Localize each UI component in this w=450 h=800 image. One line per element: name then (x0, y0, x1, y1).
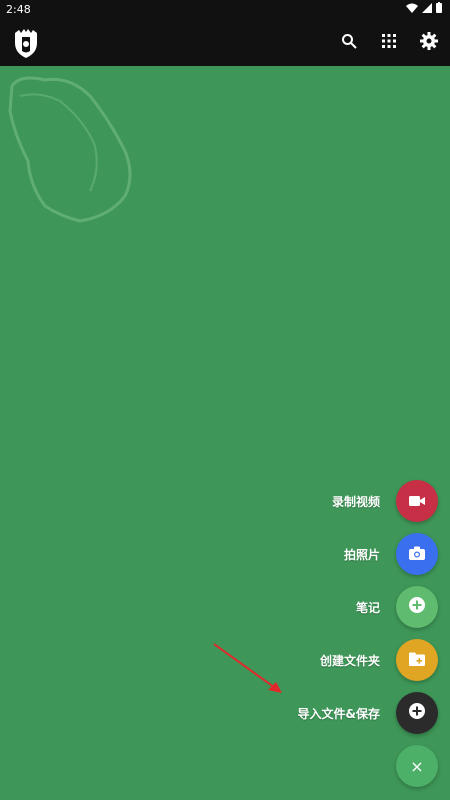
grid-icon[interactable] (378, 30, 400, 52)
battery-icon (436, 2, 442, 16)
status-bar: 2:48 (0, 0, 450, 20)
video-camera-icon (409, 492, 425, 511)
add-circle-icon (408, 596, 426, 618)
fab-row-create-folder[interactable]: 创建文件夹 (320, 639, 438, 681)
fab-row-note[interactable]: 笔记 (356, 586, 438, 628)
record-video-label[interactable]: 录制视频 (332, 493, 380, 510)
folder-add-icon (409, 651, 425, 670)
fab-row-import-save[interactable]: 导入文件&保存 (298, 692, 438, 734)
record-video-button[interactable] (396, 480, 438, 522)
app-bar-actions (338, 30, 440, 52)
map-watermark-icon (8, 76, 132, 223)
castle-shield-icon[interactable] (13, 27, 39, 59)
red-arrow-annotation (213, 643, 282, 693)
import-save-label[interactable]: 导入文件&保存 (298, 705, 380, 722)
fab-row-take-photo[interactable]: 拍照片 (344, 533, 438, 575)
add-circle-icon (408, 702, 426, 724)
status-icons (406, 2, 442, 16)
import-save-button[interactable] (396, 692, 438, 734)
camera-icon (409, 545, 425, 564)
close-icon: × (410, 756, 424, 776)
close-fab-menu-button[interactable]: × (396, 745, 438, 787)
take-photo-button[interactable] (396, 533, 438, 575)
fab-row-record-video[interactable]: 录制视频 (332, 480, 438, 522)
note-button[interactable] (396, 586, 438, 628)
note-label[interactable]: 笔记 (356, 599, 380, 616)
main-content (0, 66, 450, 800)
create-folder-label[interactable]: 创建文件夹 (320, 652, 380, 669)
wifi-icon (406, 3, 418, 16)
status-time: 2:48 (6, 3, 31, 16)
search-icon[interactable] (338, 30, 360, 52)
app-bar (0, 20, 450, 66)
take-photo-label[interactable]: 拍照片 (344, 546, 380, 563)
create-folder-button[interactable] (396, 639, 438, 681)
gear-icon[interactable] (418, 30, 440, 52)
signal-icon (422, 2, 432, 16)
